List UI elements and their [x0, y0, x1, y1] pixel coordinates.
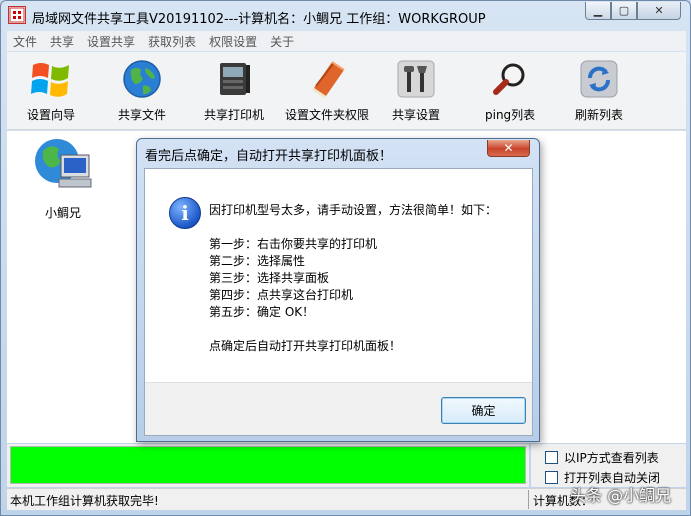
info-dialog: 看完后点确定，自动打开共享打印机面板！ ✕ i 因打印机型号太多，请手动设置，方… — [136, 138, 540, 442]
dialog-step: 第三步：选择共享面板 — [209, 271, 330, 285]
share-printer-button[interactable]: 共享打印机 — [204, 56, 264, 126]
windows-logo-icon — [28, 56, 74, 102]
tool-label: 刷新列表 — [575, 108, 624, 122]
dialog-intro: 因打印机型号太多，请手动设置，方法很简单！如下： — [209, 203, 498, 217]
ip-view-checkbox[interactable]: 以IP方式查看列表 — [545, 449, 659, 466]
checkbox-box[interactable] — [545, 451, 558, 464]
dialog-title: 看完后点确定，自动打开共享打印机面板！ — [145, 149, 393, 164]
tools-icon — [393, 56, 439, 102]
share-files-button[interactable]: 共享文件 — [118, 56, 166, 126]
status-divider — [528, 490, 529, 509]
folder-permissions-button[interactable]: 设置文件夹权限 — [285, 56, 369, 126]
checkbox-label: 以IP方式查看列表 — [564, 451, 659, 465]
minimize-button[interactable]: ▁ — [585, 2, 611, 20]
app-logo-icon — [8, 6, 26, 24]
notebook-icon — [304, 56, 350, 102]
options-panel: 以IP方式查看列表 打开列表自动关闭 — [531, 444, 686, 487]
refresh-icon — [576, 56, 622, 102]
tool-label: 共享文件 — [118, 108, 167, 122]
menu-file[interactable]: 文件 — [13, 33, 37, 50]
tool-label: 共享设置 — [392, 108, 441, 122]
dialog-outro: 点确定后自动打开共享打印机面板！ — [209, 339, 402, 353]
checkbox-box[interactable] — [545, 471, 558, 484]
globe-icon — [119, 56, 165, 102]
tool-label: 设置文件夹权限 — [285, 108, 370, 122]
refresh-list-button[interactable]: 刷新列表 — [575, 56, 623, 126]
menu-share[interactable]: 共享 — [50, 33, 74, 50]
magnifier-icon — [487, 56, 533, 102]
progress-area — [7, 444, 529, 487]
dialog-body: i 因打印机型号太多，请手动设置，方法很简单！如下： 第一步：右击你要共享的打印… — [144, 168, 533, 436]
close-button[interactable]: ✕ — [637, 2, 681, 20]
progress-fill — [11, 447, 525, 483]
menu-about[interactable]: 关于 — [270, 33, 294, 50]
computer-item[interactable]: 小鲷兄 — [27, 133, 99, 221]
dialog-step: 第五步：确定 OK！ — [209, 305, 315, 319]
dialog-step: 第一步：右击你要共享的打印机 — [209, 237, 378, 251]
menu-get-list[interactable]: 获取列表 — [148, 33, 196, 50]
title-bar[interactable]: 局域网文件共享工具V20191102---计算机名：小鲷兄 工作组：WORKGR… — [1, 1, 690, 31]
maximize-icon: ▢ — [618, 4, 630, 17]
watermark: 头条 @小鲷兄 — [570, 486, 672, 505]
dialog-footer: 确定 — [145, 382, 532, 435]
ok-button[interactable]: 确定 — [441, 397, 526, 424]
tool-label: 共享打印机 — [204, 108, 265, 122]
share-settings-button[interactable]: 共享设置 — [392, 56, 440, 126]
tool-label: ping列表 — [485, 108, 536, 122]
dialog-close-button[interactable]: ✕ — [487, 140, 530, 157]
printer-server-icon — [211, 56, 257, 102]
computer-name: 小鲷兄 — [44, 206, 81, 220]
menu-bar: 文件 共享 设置共享 获取列表 权限设置 关于 — [7, 31, 686, 51]
network-computer-icon — [31, 133, 95, 198]
menu-permissions[interactable]: 权限设置 — [209, 33, 257, 50]
toolbar: 设置向导 共享文件 共享打印机 设置文件夹权限 共享设置 ping列表 刷新列表 — [7, 52, 686, 130]
minimize-icon: ▁ — [593, 4, 603, 17]
setup-wizard-button[interactable]: 设置向导 — [27, 56, 75, 126]
close-icon: ✕ — [654, 4, 664, 17]
info-icon: i — [169, 197, 201, 229]
tool-label: 设置向导 — [27, 108, 76, 122]
status-text: 本机工作组计算机获取完毕! — [10, 494, 159, 508]
maximize-button[interactable]: ▢ — [611, 2, 637, 20]
ping-list-button[interactable]: ping列表 — [485, 56, 535, 126]
progress-bar — [10, 446, 526, 484]
close-icon: ✕ — [503, 141, 514, 155]
dialog-step: 第四步：点共享这台打印机 — [209, 288, 354, 302]
menu-share-settings[interactable]: 设置共享 — [87, 33, 135, 50]
window-title: 局域网文件共享工具V20191102---计算机名：小鲷兄 工作组：WORKGR… — [32, 12, 486, 27]
dialog-step: 第二步：选择属性 — [209, 254, 306, 268]
